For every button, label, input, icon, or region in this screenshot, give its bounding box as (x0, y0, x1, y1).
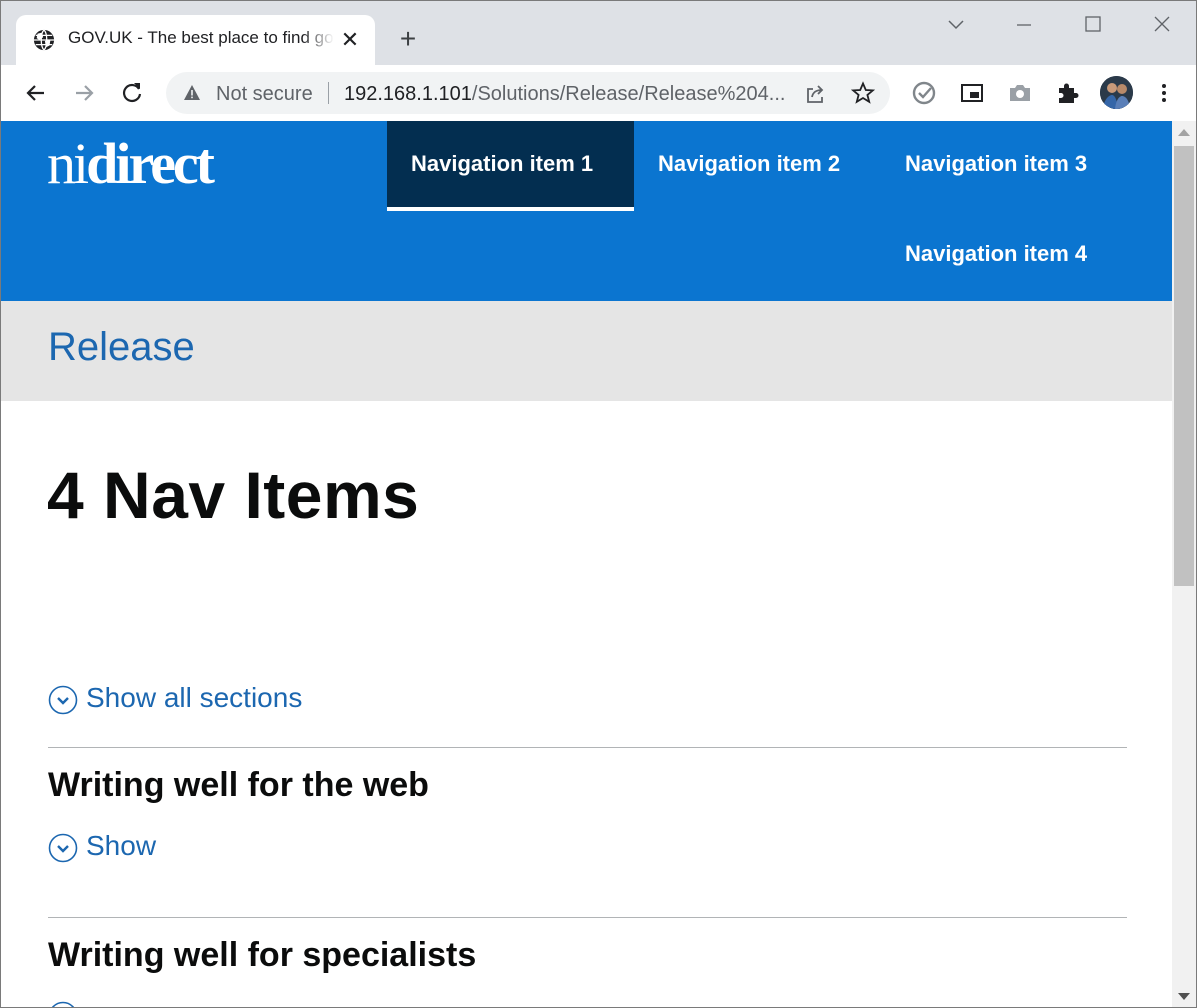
picture-in-picture-icon[interactable] (956, 77, 988, 109)
nav-item-3[interactable]: Navigation item 3 (881, 121, 1111, 211)
back-icon[interactable] (20, 77, 52, 109)
extensions-puzzle-icon[interactable] (1052, 77, 1084, 109)
maximize-icon[interactable] (1078, 11, 1108, 39)
security-label[interactable]: Not secure (216, 83, 313, 106)
nav-item-2[interactable]: Navigation item 2 (634, 121, 864, 211)
new-tab-icon[interactable]: + (394, 25, 422, 53)
nav-item-1[interactable]: Navigation item 1 (387, 121, 634, 211)
profile-photo-icon (1100, 76, 1133, 109)
profile-avatar[interactable] (1100, 76, 1133, 109)
window-close-icon[interactable] (1147, 11, 1177, 39)
section-heading-2[interactable]: Writing well for specialists (48, 936, 476, 975)
url-path: /Solutions/Release/Release%204... (471, 83, 786, 105)
browser-tab[interactable]: GOV.UK - The best place to find governme… (16, 15, 375, 65)
forward-icon[interactable] (68, 77, 100, 109)
scrollbar-thumb[interactable] (1174, 146, 1194, 586)
bookmark-star-icon[interactable] (851, 81, 875, 105)
minimize-icon[interactable] (1009, 11, 1039, 39)
camera-icon[interactable] (1004, 77, 1036, 109)
chevron-down-circle-icon[interactable] (48, 833, 78, 863)
close-tab-icon[interactable]: ✕ (338, 28, 362, 52)
address-bar[interactable]: Not secure 192.168.1.101/Solutions/Relea… (166, 72, 890, 114)
banner-title-link[interactable]: Release (48, 325, 195, 370)
section-banner: Release (1, 301, 1172, 401)
show-all-sections-link[interactable]: Show all sections (86, 682, 302, 714)
reload-icon[interactable] (116, 77, 148, 109)
section-divider (48, 917, 1127, 918)
extension-check-icon[interactable] (908, 77, 940, 109)
browser-menu-icon[interactable] (1148, 77, 1180, 109)
chevron-down-circle-icon[interactable] (48, 685, 78, 715)
section-1-show-toggle[interactable]: Show (86, 830, 156, 862)
nav-item-4[interactable]: Navigation item 4 (881, 211, 1111, 301)
url-host: 192.168.1.101 (344, 83, 472, 105)
url-text[interactable]: 192.168.1.101/Solutions/Release/Release%… (344, 83, 794, 106)
scroll-up-arrow-icon[interactable] (1178, 129, 1190, 136)
site-header: nidirect Navigation item 1 Navigation it… (1, 121, 1172, 301)
tab-strip: GOV.UK - The best place to find governme… (1, 1, 1196, 65)
scroll-down-arrow-icon[interactable] (1178, 993, 1190, 1000)
browser-window: GOV.UK - The best place to find governme… (0, 0, 1197, 1008)
nidirect-logo[interactable]: nidirect (47, 129, 215, 199)
section-heading-1[interactable]: Writing well for the web (48, 766, 429, 805)
vertical-scrollbar[interactable] (1172, 121, 1196, 1007)
globe-icon (33, 29, 55, 51)
page-title: 4 Nav Items (47, 458, 420, 532)
omnibox-separator (328, 82, 329, 104)
chevron-down-circle-icon[interactable] (48, 1001, 78, 1008)
logo-ni: ni (47, 131, 89, 196)
browser-toolbar: Not secure 192.168.1.101/Solutions/Relea… (1, 65, 1196, 121)
tab-title: GOV.UK - The best place to find governme… (68, 28, 334, 47)
logo-direct: direct (86, 131, 215, 196)
page-viewport: nidirect Navigation item 1 Navigation it… (1, 121, 1172, 1008)
tab-search-chevron-icon[interactable] (941, 11, 971, 39)
share-icon[interactable] (803, 82, 827, 106)
warning-icon[interactable] (183, 84, 201, 102)
section-divider (48, 747, 1127, 748)
